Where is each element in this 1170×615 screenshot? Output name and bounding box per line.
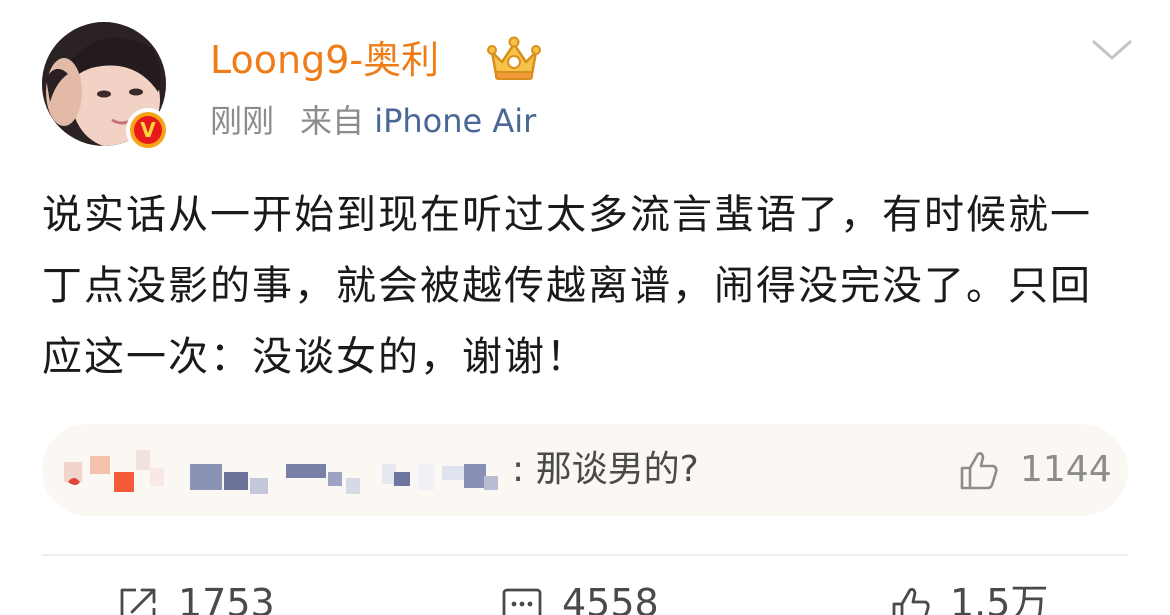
- source-device-link[interactable]: iPhone Air: [374, 102, 536, 140]
- weibo-post: V Loong9-奥利 刚刚 来自 iPhone Air 说实话从一开始到现在听…: [0, 0, 1170, 615]
- repost-icon: [120, 588, 156, 615]
- blurred-commenter-name: [64, 450, 498, 494]
- thumbs-up-icon[interactable]: [956, 448, 1000, 492]
- verified-icon: V: [126, 108, 170, 152]
- comment-count: 4558: [562, 581, 659, 615]
- like-count: 1.5万: [950, 581, 1049, 615]
- chevron-down-icon[interactable]: [1090, 36, 1134, 64]
- source-prefix: 来自: [300, 102, 365, 140]
- post-source: 来自 iPhone Air: [300, 98, 536, 144]
- divider: [42, 554, 1128, 556]
- crown-icon[interactable]: [486, 36, 542, 82]
- repost-count: 1753: [178, 581, 275, 615]
- comment-icon: [502, 588, 542, 615]
- comment-text: : 那谈男的?: [512, 449, 699, 490]
- verified-icon-glyph: V: [134, 116, 162, 144]
- username[interactable]: Loong9-奥利: [210, 34, 439, 86]
- post-time: 刚刚: [210, 102, 275, 140]
- comment-like-count: 1144: [1020, 449, 1112, 490]
- post-body[interactable]: 说实话从一开始到现在听过太多流言蜚语了，有时候就一丁点没影的事，就会被越传越离谱…: [42, 180, 1112, 393]
- thumbs-up-icon: [892, 588, 930, 615]
- hot-comment[interactable]: : 那谈男的? 1144: [42, 424, 1128, 516]
